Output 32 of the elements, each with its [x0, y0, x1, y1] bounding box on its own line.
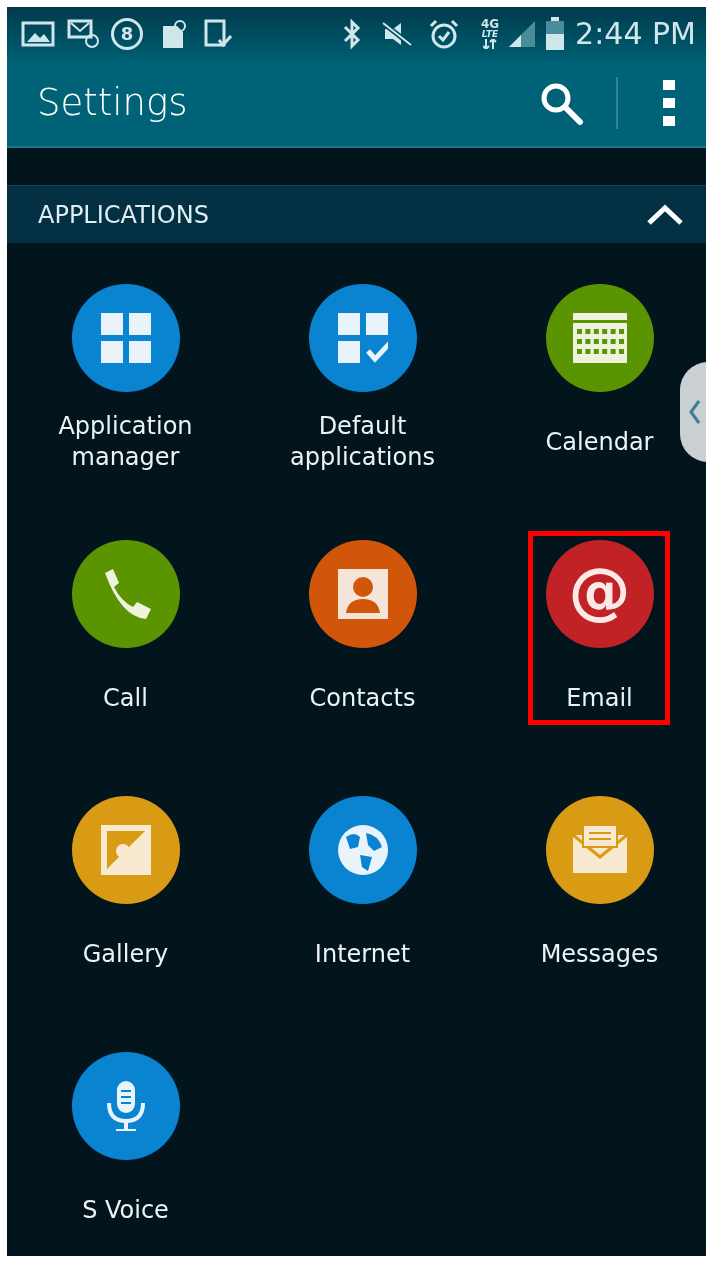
app-label[interactable]: Messages	[489, 922, 706, 986]
mail-icon	[67, 17, 101, 50]
number-badge: 8	[111, 17, 143, 50]
app-label[interactable]: Contacts	[252, 666, 473, 730]
status-time: 2:44 PM	[575, 15, 696, 53]
contact-card-icon	[337, 569, 388, 619]
network-sub-label: LTE	[481, 30, 499, 39]
grid-check-icon	[337, 313, 388, 363]
calendar-icon	[572, 313, 627, 363]
battery-icon	[545, 16, 566, 51]
section-title: APPLICATIONS	[38, 199, 210, 231]
app-icon-button[interactable]: @	[545, 540, 654, 648]
more-menu-icon[interactable]	[662, 80, 676, 126]
app-label[interactable]: S Voice	[15, 1178, 236, 1242]
image-icon	[21, 19, 55, 48]
app-label[interactable]: Email	[489, 666, 706, 730]
screen-title: Settings	[37, 80, 189, 127]
at-sign-icon: @	[568, 560, 631, 622]
device-check-icon	[203, 17, 233, 50]
app-label[interactable]: Gallery	[15, 922, 236, 986]
globe-icon	[337, 825, 388, 875]
network-type-label: 4G	[480, 18, 500, 30]
app-label[interactable]: Default applications	[252, 410, 473, 474]
grid-icon	[100, 313, 151, 363]
collapse-chevron-icon[interactable]	[646, 203, 684, 226]
data-arrows-icon	[483, 39, 497, 49]
app-label[interactable]: Calendar	[489, 410, 706, 474]
app-label[interactable]: Application manager	[15, 410, 236, 474]
picture-frame-icon	[100, 825, 151, 875]
app-label[interactable]: Call	[15, 666, 236, 730]
envelope-icon	[572, 825, 627, 875]
app-label[interactable]: Internet	[252, 922, 473, 986]
